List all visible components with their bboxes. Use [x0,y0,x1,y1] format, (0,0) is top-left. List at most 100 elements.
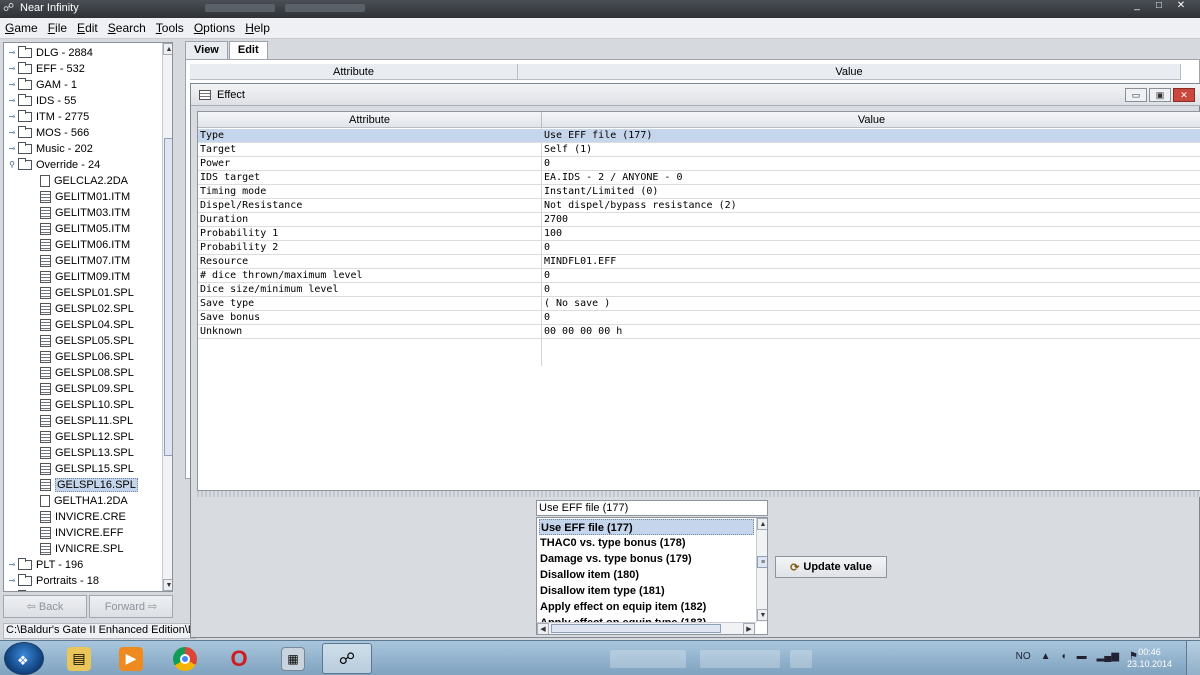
tree-file-item[interactable]: GELSPL08.SPL [24,365,134,380]
start-button[interactable]: ❖ [4,642,44,675]
tree-scroll-thumb[interactable] [164,138,172,456]
tree-file-item[interactable]: INVICRE.CRE [24,509,126,524]
tree-folder-item[interactable]: ⊸ Portraits - 18 [6,573,99,588]
language-indicator[interactable]: NO [1016,651,1031,662]
tree-file-item[interactable]: GELSPL06.SPL [24,349,134,364]
tree-file-item[interactable]: GELSPL12.SPL [24,429,134,444]
battery-icon[interactable]: ▬ [1077,651,1087,662]
list-item[interactable]: Disallow item type (181) [539,583,754,599]
minimize-button[interactable]: ▭ [1125,88,1147,102]
list-item[interactable]: Disallow item (180) [539,567,754,583]
list-horizontal-scrollbar[interactable]: ◀ ▶ [537,622,756,634]
tree-file-item[interactable]: GELSPL11.SPL [24,413,133,428]
tree-folder-item[interactable]: ⊸ Music - 202 [6,141,93,156]
table-row[interactable]: Timing mode Instant/Limited (0) [198,185,1200,199]
tree-expand-handle-icon[interactable]: ⊸ [6,560,18,569]
tree-expand-handle-icon[interactable]: ⊸ [6,80,18,89]
tree-folder-item[interactable]: ⊸PRO - 212 [6,589,88,591]
table-row[interactable]: Save type ( No save ) [198,297,1200,311]
table-row[interactable]: Dispel/Resistance Not dispel/bypass resis… [198,199,1200,213]
scroll-down-arrow-icon[interactable]: ▼ [163,579,172,591]
taskbar-near-infinity[interactable]: ☍ [322,643,372,674]
tree-file-item[interactable]: IVNICRE.SPL [24,541,123,556]
taskbar-calculator[interactable]: ▦ [268,643,318,674]
tree-folder-item[interactable]: ⊸ ITM - 2775 [6,109,89,124]
tree-expand-handle-icon[interactable]: ⊸ [6,128,18,137]
scroll-up-arrow-icon[interactable]: ▲ [163,43,172,55]
tree-file-item[interactable]: GELSPL09.SPL [24,381,134,396]
tree-file-item[interactable]: GELITM06.ITM [24,237,130,252]
show-desktop-button[interactable] [1186,641,1200,675]
tree-expand-handle-icon[interactable]: ⊸ [6,48,18,57]
maximize-button[interactable]: □ [1148,0,1170,14]
scroll-down-arrow-icon[interactable]: ▼ [757,609,767,621]
list-vertical-scrollbar[interactable]: ▲ ≡ ▼ [756,518,767,622]
tree-expand-handle-icon[interactable]: ⊸ [6,112,18,121]
tree-file-item[interactable]: GELITM05.ITM [24,221,130,236]
tree-folder-item[interactable]: ⊸ MOS - 566 [6,125,89,140]
table-row[interactable]: Save bonus 0 [198,311,1200,325]
close-button[interactable]: ✕ [1170,0,1192,14]
tree-folder-item[interactable]: ⊸ IDS - 55 [6,93,76,108]
tree-file-item[interactable]: GELSPL01.SPL [24,285,134,300]
split-pane-divider[interactable] [197,491,1200,497]
list-item[interactable]: Damage vs. type bonus (179) [539,551,754,567]
scroll-right-arrow-icon[interactable]: ▶ [743,623,755,634]
menu-help[interactable]: Help [245,21,270,35]
tree-file-item[interactable]: GELSPL05.SPL [24,333,134,348]
taskbar-opera[interactable]: O [214,643,264,674]
effect-type-list[interactable]: Apply effect on equip type (183)Apply ef… [536,517,768,635]
minimize-button[interactable]: _ [1126,0,1148,14]
tree-folder-item[interactable]: ⊸ PLT - 196 [6,557,83,572]
tree-file-item[interactable]: GELSPL04.SPL [24,317,134,332]
header-value[interactable]: Value [542,112,1200,128]
list-item[interactable]: THAC0 vs. type bonus (178) [539,535,754,551]
scroll-up-arrow-icon[interactable]: ▲ [757,518,767,530]
table-row[interactable]: Duration 2700 [198,213,1200,227]
menu-game[interactable]: Game [5,21,38,35]
tree-folder-item[interactable]: ⊸ EFF - 532 [6,61,85,76]
tree-file-item[interactable]: GELITM03.ITM [24,205,130,220]
table-row[interactable]: Target Self (1) [198,143,1200,157]
tree-file-item[interactable]: INVICRE.EFF [24,525,123,540]
clock[interactable]: 00:46 23.10.2014 [1127,646,1172,670]
taskbar-media-player[interactable]: ▶ [106,643,156,674]
taskbar-explorer[interactable]: ▤ [54,643,104,674]
scroll-left-arrow-icon[interactable]: ◀ [537,623,549,634]
tree-expand-handle-icon[interactable]: ⊸ [6,96,18,105]
tree-file-item[interactable]: GELITM01.ITM [24,189,130,204]
table-row[interactable]: IDS target EA.IDS - 2 / ANYONE - 0 [198,171,1200,185]
table-row[interactable]: Dice size/minimum level 0 [198,283,1200,297]
tree-file-item[interactable]: GELCLA2.2DA [24,173,128,188]
tree-file-item[interactable]: GELTHA1.2DA [24,493,128,508]
tree-collapse-handle-icon[interactable]: ⚲ [6,160,18,169]
tree-folder-item[interactable]: ⚲ Override - 24 [6,157,100,172]
menu-file[interactable]: File [48,21,67,35]
update-value-button[interactable]: ⟳ Update value [775,556,887,578]
tree-file-item[interactable]: GELITM09.ITM [24,269,130,284]
table-row[interactable]: # dice thrown/maximum level 0 [198,269,1200,283]
tree-file-item[interactable]: GELSPL13.SPL [24,445,134,460]
tree-expand-handle-icon[interactable]: ⊸ [6,144,18,153]
tree-folder-item[interactable]: ⊸ GAM - 1 [6,77,77,92]
menu-edit[interactable]: Edit [77,21,98,35]
list-scroll-thumb[interactable]: ≡ [757,556,767,568]
volume-icon[interactable]: ◖ [1061,651,1067,662]
table-row[interactable]: Type Use EFF file (177) [198,129,1200,143]
network-signal-icon[interactable]: ▂▄▆ [1097,651,1119,662]
tree-expand-handle-icon[interactable]: ⊸ [6,576,18,585]
table-row[interactable]: Power 0 [198,157,1200,171]
forward-button[interactable]: Forward ⇨ [89,595,173,618]
table-row[interactable]: Probability 1 100 [198,227,1200,241]
tab-edit[interactable]: Edit [228,41,268,59]
tree-file-item[interactable]: GELSPL02.SPL [24,301,134,316]
menu-search[interactable]: Search [108,21,146,35]
table-row[interactable]: Probability 2 0 [198,241,1200,255]
tree-scrollbar[interactable]: ▲ ▼ [162,43,172,591]
menu-options[interactable]: Options [194,21,235,35]
menu-tools[interactable]: Tools [156,21,184,35]
table-row[interactable]: Unknown 00 00 00 00 h [198,325,1200,339]
tree-file-item[interactable]: GELSPL16.SPL [24,477,138,492]
list-item[interactable]: Use EFF file (177) [539,519,754,535]
tree-file-item[interactable]: GELSPL15.SPL [24,461,134,476]
